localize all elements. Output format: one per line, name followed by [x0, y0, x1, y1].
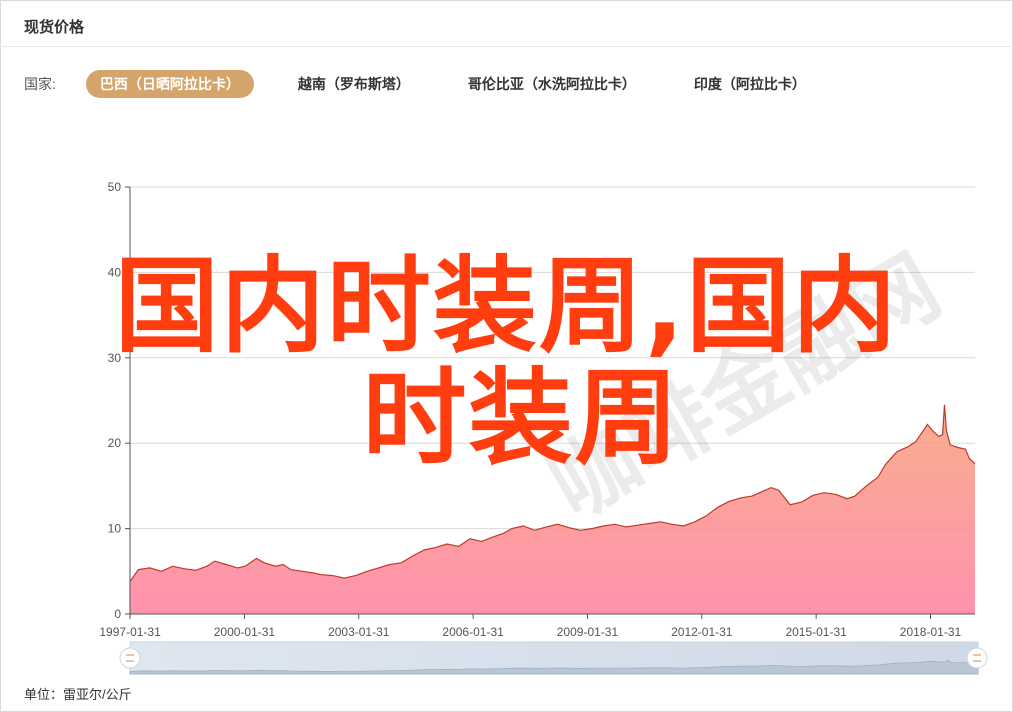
- x-tick-label: 1997-01-31: [99, 625, 161, 639]
- slider-handle-right[interactable]: [966, 647, 988, 669]
- x-tick-label: 2000-01-31: [214, 625, 276, 639]
- y-tick-label: 20: [108, 436, 122, 450]
- price-chart: 0 10 20 30 40 50 1997-01-31 2000-01-31 2003-01-…: [99, 180, 988, 675]
- x-tick-label: 2012-01-31: [671, 625, 733, 639]
- y-tick-label: 30: [108, 351, 122, 365]
- unit-label: 单位：雷亚尔/公斤: [24, 687, 132, 702]
- x-tick-label: 2015-01-31: [785, 625, 847, 639]
- x-tick-label: 2006-01-31: [442, 625, 504, 639]
- y-tick-label: 10: [108, 522, 122, 536]
- y-tick-label: 0: [114, 607, 121, 621]
- y-axis: 0 10 20 30 40 50: [108, 180, 130, 621]
- x-tick-label: 2003-01-31: [328, 625, 390, 639]
- price-area: [130, 404, 975, 614]
- x-axis: 1997-01-31 2000-01-31 2003-01-31 2006-01-31…: [99, 614, 962, 639]
- range-slider: [119, 641, 988, 675]
- x-tick-label: 2018-01-31: [900, 625, 962, 639]
- y-tick-label: 40: [108, 265, 122, 279]
- y-tick-label: 50: [108, 180, 122, 194]
- slider-handle-left[interactable]: [119, 647, 141, 669]
- x-tick-label: 2009-01-31: [557, 625, 619, 639]
